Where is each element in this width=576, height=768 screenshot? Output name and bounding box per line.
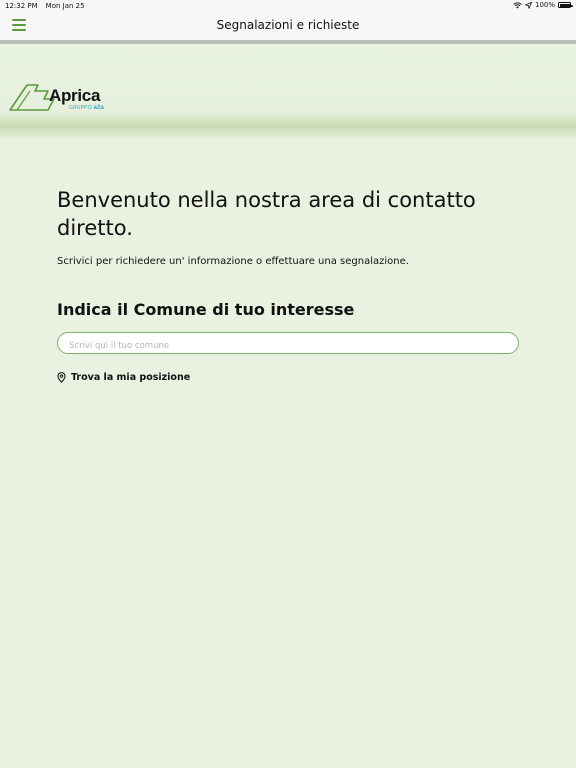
battery-percentage: 100% <box>534 1 555 9</box>
wifi-icon <box>513 1 522 8</box>
status-bar: 12:32 PM Mon Jan 25 100% <box>0 0 576 12</box>
location-pin-icon <box>57 372 66 383</box>
logo-group-prefix: GRUPPO <box>69 105 92 111</box>
navigation-bar: Segnalazioni e richieste <box>0 12 576 40</box>
find-my-location-label: Trova la mia posizione <box>71 372 191 383</box>
comune-search-field[interactable] <box>57 332 519 356</box>
section-title: Indica il Comune di tuo interesse <box>57 300 355 319</box>
page-title: Segnalazioni e richieste <box>216 18 360 32</box>
location-arrow-icon <box>525 1 532 9</box>
logo-group-name: a2a <box>93 105 105 111</box>
status-date: Mon Jan 25 <box>45 2 85 10</box>
welcome-subtitle: Scrivici per richiedere un' informazione… <box>57 256 409 267</box>
logo-brand: Aprica <box>49 86 101 105</box>
battery-icon <box>558 2 573 8</box>
comune-search-input[interactable] <box>58 336 518 356</box>
find-my-location-link[interactable]: Trova la mia posizione <box>57 372 190 383</box>
welcome-heading: Benvenuto nella nostra area di contatto … <box>57 188 476 240</box>
logo-group: GRUPPO a2a <box>69 105 104 111</box>
status-time: 12:32 PM <box>5 2 38 10</box>
